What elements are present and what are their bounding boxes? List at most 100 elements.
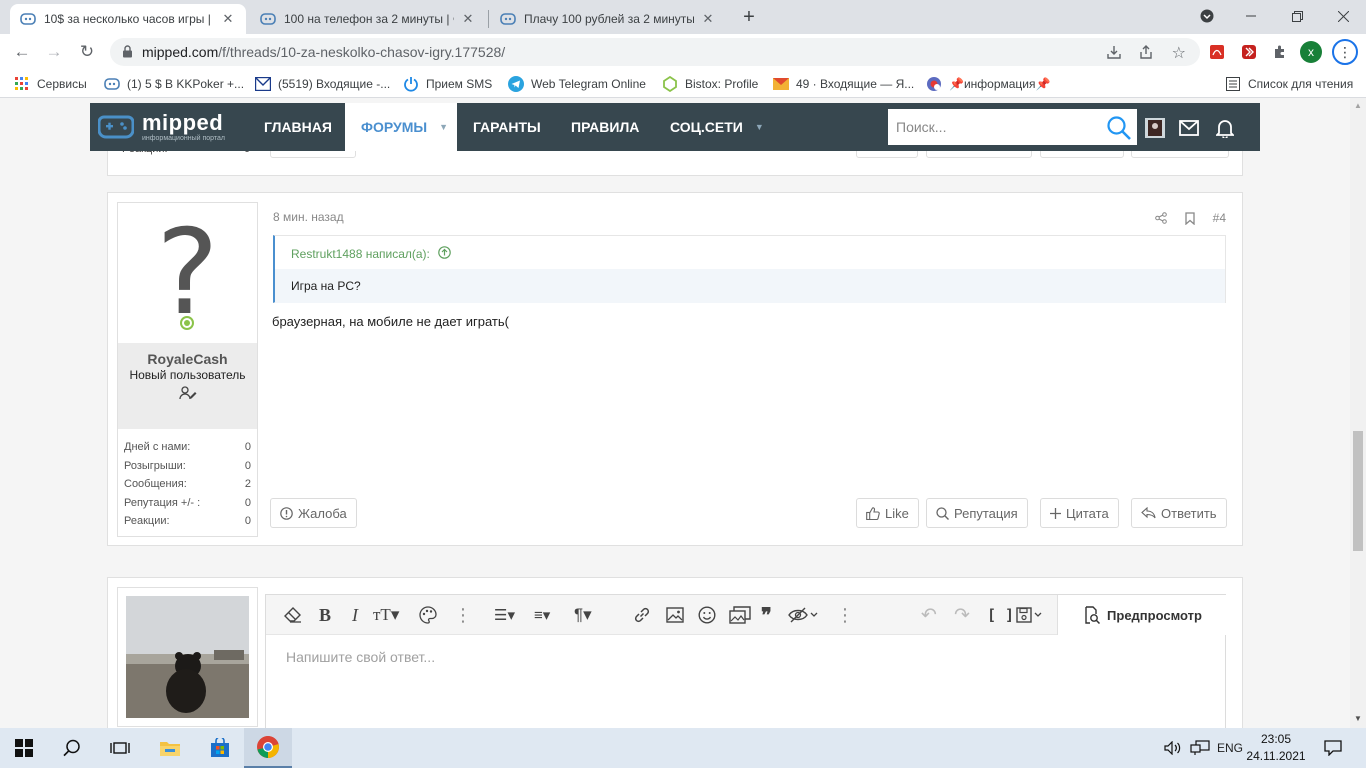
bookmark-inbox[interactable]: (5519) Входящие -... xyxy=(255,75,390,93)
bookmark-telegram[interactable]: Web Telegram Online xyxy=(508,75,646,93)
bookmark-star-icon[interactable]: ☆ xyxy=(1172,43,1186,63)
tab-close-icon[interactable]: ✕ xyxy=(220,11,236,27)
image-icon[interactable] xyxy=(666,605,684,625)
bbcode-brackets-icon[interactable]: [ ] xyxy=(987,605,1014,625)
reply-textarea[interactable]: Напишите свой ответ... xyxy=(286,649,435,665)
reading-list[interactable]: Список для чтения xyxy=(1225,75,1353,93)
bookmark-services[interactable]: Сервисы xyxy=(14,75,87,93)
bookmark-kkpoker[interactable]: (1) 5 $ В KKPoker +... xyxy=(104,75,244,93)
tab-search-icon[interactable] xyxy=(1184,0,1230,32)
url-bar[interactable]: mipped.com/f/threads/10-za-neskolko-chas… xyxy=(110,38,1200,66)
spoiler-eye-icon[interactable] xyxy=(788,605,818,625)
system-clock[interactable]: 23:05 24.11.2021 xyxy=(1246,731,1306,765)
network-icon[interactable] xyxy=(1190,728,1210,768)
save-draft-icon[interactable] xyxy=(1016,605,1042,625)
quote-header[interactable]: Restrukt1488 написал(а): xyxy=(291,246,451,262)
undo-icon[interactable]: ↶ xyxy=(921,605,937,626)
tab-close-icon[interactable]: ✕ xyxy=(700,11,716,27)
new-tab-icon[interactable]: + xyxy=(738,7,760,29)
minimize-icon[interactable] xyxy=(1228,0,1274,32)
media-gallery-icon[interactable] xyxy=(729,605,751,625)
like-button[interactable]: Like xyxy=(856,498,919,528)
site-navbar: mipped информационный портал ГЛАВНАЯ ФОР… xyxy=(90,103,1260,151)
extensions-puzzle-icon[interactable] xyxy=(1270,42,1290,62)
search-icon[interactable] xyxy=(1106,115,1132,144)
text-size-icon[interactable]: тТ▾ xyxy=(373,605,399,625)
bookmark-sms[interactable]: Прием SMS xyxy=(403,75,492,93)
current-user-avatar[interactable] xyxy=(117,587,258,727)
chrome-menu-icon[interactable]: ⋮ xyxy=(1332,39,1358,65)
install-icon[interactable] xyxy=(1106,44,1122,63)
language-indicator[interactable]: ENG xyxy=(1217,728,1243,768)
back-icon[interactable]: ← xyxy=(10,40,34,64)
tab-active[interactable]: 10$ за несколько часов игры | С ✕ xyxy=(10,4,246,34)
chrome-taskbar-icon[interactable] xyxy=(244,728,292,768)
forward-icon[interactable]: → xyxy=(42,40,66,64)
close-window-icon[interactable] xyxy=(1320,0,1366,32)
bookmark-yandex-mail[interactable]: 49 · Входящие — Я... xyxy=(773,75,914,93)
post-number[interactable]: #4 xyxy=(1213,211,1226,225)
bookmark-info[interactable]: 📌информация📌 xyxy=(926,75,1050,93)
quote-button[interactable]: Цитата xyxy=(1040,498,1119,528)
list-icon[interactable]: ☰▾ xyxy=(494,605,515,625)
share-icon[interactable] xyxy=(1154,212,1167,224)
eraser-icon[interactable] xyxy=(284,605,302,625)
site-logo[interactable]: mipped информационный портал xyxy=(97,109,225,145)
scroll-up-icon[interactable]: ▲ xyxy=(1354,101,1362,110)
emoji-icon[interactable] xyxy=(698,605,716,625)
tab-title: 100 на телефон за 2 минуты | Ф xyxy=(284,12,454,26)
nav-home[interactable]: ГЛАВНАЯ xyxy=(264,103,332,151)
nav-social[interactable]: СОЦ.СЕТИ ▼ xyxy=(670,103,764,151)
bookmark-bistox[interactable]: Bistox: Profile xyxy=(662,75,758,93)
stat-value: 0 xyxy=(244,459,251,472)
share-icon[interactable] xyxy=(1138,44,1154,63)
tab-close-icon[interactable]: ✕ xyxy=(460,11,476,27)
notifications-icon[interactable] xyxy=(1324,728,1342,768)
search-input[interactable]: Поиск... xyxy=(888,109,1137,145)
italic-icon[interactable]: I xyxy=(352,605,358,625)
stat-value: 0 xyxy=(244,515,251,528)
nav-rules[interactable]: ПРАВИЛА xyxy=(571,103,639,151)
scrollbar-thumb[interactable] xyxy=(1353,431,1363,551)
reply-button[interactable]: Ответить xyxy=(1131,498,1227,528)
bookmark-icon[interactable] xyxy=(1184,211,1195,225)
user-avatar-icon[interactable] xyxy=(1144,117,1166,139)
pdf-extension-icon[interactable] xyxy=(1207,42,1227,62)
volume-icon[interactable] xyxy=(1164,728,1182,768)
windows-start-icon[interactable] xyxy=(0,728,48,768)
paragraph-icon[interactable]: ¶▾ xyxy=(574,605,592,625)
report-button[interactable]: Жалоба xyxy=(270,498,357,528)
align-icon[interactable]: ≡▾ xyxy=(534,605,550,625)
palette-icon[interactable] xyxy=(419,605,437,625)
restore-icon[interactable] xyxy=(1274,0,1320,32)
microsoft-store-icon[interactable] xyxy=(196,728,244,768)
username[interactable]: RoyaleCash xyxy=(118,351,257,367)
reputation-button[interactable]: Репутация xyxy=(926,498,1028,528)
task-view-icon[interactable] xyxy=(96,728,144,768)
nav-guarantors[interactable]: ГАРАНТЫ xyxy=(473,103,541,151)
messages-icon[interactable] xyxy=(1178,117,1200,139)
profile-avatar[interactable]: x xyxy=(1300,41,1322,63)
chevron-down-icon[interactable]: ▼ xyxy=(755,122,764,132)
scroll-down-icon[interactable]: ▼ xyxy=(1354,714,1362,723)
reload-icon[interactable]: ↻ xyxy=(75,40,99,64)
arrow-up-circle-icon[interactable] xyxy=(438,246,451,262)
bold-icon[interactable]: B xyxy=(319,605,331,625)
post-time[interactable]: 8 мин. назад xyxy=(273,210,344,224)
stat-label: Реакции: xyxy=(124,515,170,528)
link-icon[interactable] xyxy=(633,605,651,625)
notifications-bell-icon[interactable] xyxy=(1214,117,1236,139)
more-vertical-icon[interactable]: ⋮ xyxy=(454,605,472,625)
quote-marks-icon[interactable]: ❞ xyxy=(761,603,772,627)
tab-inactive[interactable]: Плачу 100 рублей за 2 минуты ✕ xyxy=(490,4,726,34)
media-extension-icon[interactable] xyxy=(1239,42,1259,62)
tab-inactive[interactable]: 100 на телефон за 2 минуты | Ф ✕ xyxy=(250,4,486,34)
redo-icon[interactable]: ↷ xyxy=(954,605,970,626)
nav-forums[interactable]: ФОРУМЫ ▼ xyxy=(345,103,457,151)
preview-button[interactable]: Предпросмотр xyxy=(1057,595,1227,635)
more-vertical-icon[interactable]: ⋮ xyxy=(836,605,854,625)
file-explorer-icon[interactable] xyxy=(146,728,194,768)
page-scrollbar[interactable]: ▲ ▼ xyxy=(1350,98,1366,728)
chevron-down-icon[interactable]: ▼ xyxy=(439,122,448,132)
search-icon[interactable] xyxy=(48,728,96,768)
